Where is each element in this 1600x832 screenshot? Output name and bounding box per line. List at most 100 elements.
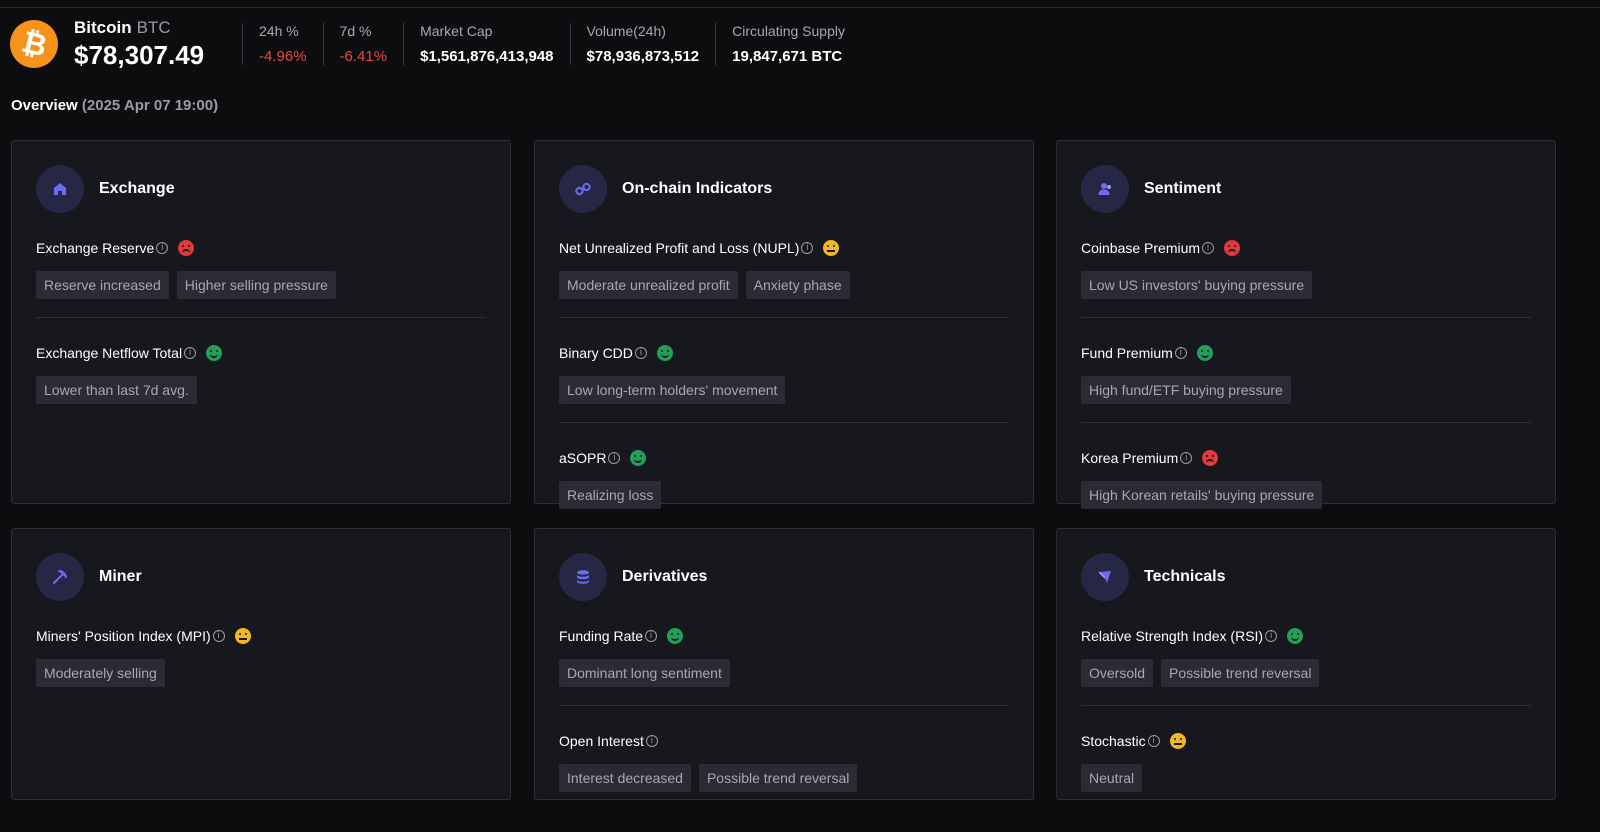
- overview-label: Overview: [11, 97, 78, 114]
- status-bad-face-icon: [178, 240, 195, 256]
- status-tag: Moderate unrealized profit: [559, 271, 738, 299]
- info-icon[interactable]: i: [1202, 242, 1215, 254]
- stat-label: 24h %: [259, 23, 299, 39]
- stat-volume-24h: Volume(24h) $78,936,873,512: [569, 23, 716, 65]
- metric-tags: Oversold Possible trend reversal: [1081, 659, 1531, 687]
- card-title: On-chain Indicators: [622, 180, 773, 197]
- info-icon[interactable]: i: [1174, 347, 1187, 359]
- info-icon[interactable]: i: [156, 242, 169, 254]
- metric-funding-rate: Funding Rate i Dominant long sentiment: [559, 601, 1009, 706]
- status-good-face-icon: [206, 345, 223, 361]
- info-icon[interactable]: i: [184, 347, 197, 359]
- metric-name: Funding Rate: [559, 628, 644, 644]
- stat-7d: 7d % -6.41%: [322, 23, 404, 65]
- card-technicals: Technicals Relative Strength Index (RSI)…: [1056, 528, 1556, 800]
- coin-name: Bitcoin: [74, 17, 132, 37]
- status-tag: Oversold: [1081, 659, 1154, 687]
- metric-tags: Interest decreased Possible trend reversa…: [559, 764, 1009, 792]
- card-header: Derivatives: [559, 553, 1009, 601]
- building-icon: [36, 165, 84, 213]
- chain-link-icon: [559, 165, 607, 213]
- status-good-face-icon: [656, 345, 673, 361]
- info-icon[interactable]: i: [801, 242, 814, 254]
- metric-name: Net Unrealized Profit and Loss (NUPL): [559, 240, 800, 256]
- info-icon[interactable]: i: [1265, 630, 1278, 642]
- metric-coinbase-premium: Coinbase Premium i Low US investors' buyi…: [1081, 213, 1531, 318]
- bitcoin-logo-glyph: ₿: [17, 24, 51, 64]
- card-on-chain-indicators: On-chain Indicators Net Unrealized Profi…: [534, 140, 1034, 509]
- stat-label: Volume(24h): [586, 23, 666, 39]
- stat-label: 7d %: [339, 23, 372, 39]
- card-title: Sentiment: [1144, 180, 1222, 197]
- status-tag: Low long-term holders' movement: [559, 376, 786, 404]
- metric-miners-position-index-mpi: Miners' Position Index (MPI) i Moderately…: [36, 601, 486, 705]
- card-header: Exchange: [36, 165, 486, 213]
- status-neutral-face-icon: [823, 240, 840, 256]
- stat-value: -6.41%: [339, 48, 388, 65]
- status-good-face-icon: [630, 450, 647, 466]
- stat-value: $1,561,876,413,948: [420, 48, 554, 65]
- coin-stats: 24h % -4.96% 7d % -6.41% Market Cap $1,561…: [242, 23, 861, 65]
- info-icon[interactable]: i: [1180, 452, 1193, 464]
- info-icon[interactable]: i: [645, 735, 658, 747]
- stat-24h: 24h % -4.96%: [242, 23, 323, 65]
- status-tag: Possible trend reversal: [1161, 659, 1320, 687]
- stat-value: $78,936,873,512: [586, 48, 700, 65]
- top-border: [0, 0, 1600, 8]
- status-tag: Higher selling pressure: [176, 271, 336, 299]
- overview-timestamp: (2025 Apr 07 19:00): [81, 97, 219, 114]
- metric-tags: Reserve increased Higher selling pressure: [36, 271, 486, 299]
- card-title: Miner: [99, 568, 142, 585]
- coin-price: $78,307.49: [74, 39, 205, 70]
- card-title: Derivatives: [622, 568, 708, 585]
- stat-market-cap: Market Cap $1,561,876,413,948: [403, 23, 569, 65]
- status-good-face-icon: [1287, 628, 1304, 644]
- card-miner: Miner Miners' Position Index (MPI) i Mode…: [11, 528, 511, 800]
- overview-heading: Overview (2025 Apr 07 19:00): [11, 97, 218, 114]
- info-icon[interactable]: i: [634, 347, 647, 359]
- status-good-face-icon: [667, 628, 684, 644]
- metric-name: Exchange Netflow Total: [36, 345, 183, 361]
- status-tag: High fund/ETF buying pressure: [1081, 376, 1291, 404]
- card-title: Technicals: [1144, 568, 1226, 585]
- metric-net-unrealized-profit-and-loss-nupl: Net Unrealized Profit and Loss (NUPL) i M…: [559, 213, 1009, 318]
- info-icon[interactable]: i: [212, 630, 225, 642]
- metric-name: Miners' Position Index (MPI): [36, 628, 211, 644]
- coin-symbol: BTC: [136, 17, 171, 37]
- coin-header: ₿ Bitcoin BTC $78,307.49 24h % -4.96% 7d %…: [10, 16, 861, 72]
- metric-name: Exchange Reserve: [36, 240, 155, 256]
- metric-open-interest: Open Interest i Interest decreased Possibl…: [559, 706, 1009, 810]
- status-tag: High Korean retails' buying pressure: [1081, 481, 1323, 509]
- status-tag: Low US investors' buying pressure: [1081, 271, 1313, 299]
- stat-label: Market Cap: [420, 23, 493, 39]
- metric-tags: High fund/ETF buying pressure: [1081, 376, 1531, 404]
- stat-label: Circulating Supply: [732, 23, 845, 39]
- database-icon: [559, 553, 607, 601]
- bitcoin-logo-icon: ₿: [10, 20, 58, 68]
- metric-tags: Moderate unrealized profit Anxiety phase: [559, 271, 1009, 299]
- info-icon[interactable]: i: [608, 452, 621, 464]
- status-tag: Dominant long sentiment: [559, 659, 730, 687]
- status-neutral-face-icon: [1169, 733, 1186, 749]
- metric-exchange-netflow-total: Exchange Netflow Total i Lower than last …: [36, 318, 486, 422]
- metric-tags: Realizing loss: [559, 481, 1009, 509]
- metric-exchange-reserve: Exchange Reserve i Reserve increased Highe…: [36, 213, 486, 318]
- metric-tags: Moderately selling: [36, 659, 486, 687]
- status-tag: Interest decreased: [559, 764, 691, 792]
- metric-tags: High Korean retails' buying pressure: [1081, 481, 1531, 509]
- card-exchange: Exchange Exchange Reserve i Reserve incre…: [11, 140, 511, 504]
- metric-fund-premium: Fund Premium i High fund/ETF buying press…: [1081, 318, 1531, 423]
- metric-tags: Low long-term holders' movement: [559, 376, 1009, 404]
- info-icon[interactable]: i: [645, 630, 658, 642]
- stat-circulating-supply: Circulating Supply 19,847,671 BTC: [715, 23, 861, 65]
- status-neutral-face-icon: [234, 628, 251, 644]
- pointer-icon: [1081, 553, 1129, 601]
- metric-tags: Dominant long sentiment: [559, 659, 1009, 687]
- card-header: Miner: [36, 553, 486, 601]
- metric-name: Open Interest: [559, 733, 644, 749]
- card-title: Exchange: [99, 180, 175, 197]
- status-tag: Possible trend reversal: [698, 764, 858, 792]
- card-header: Sentiment: [1081, 165, 1531, 213]
- info-icon[interactable]: i: [1147, 735, 1160, 747]
- metric-name: Fund Premium: [1081, 345, 1173, 361]
